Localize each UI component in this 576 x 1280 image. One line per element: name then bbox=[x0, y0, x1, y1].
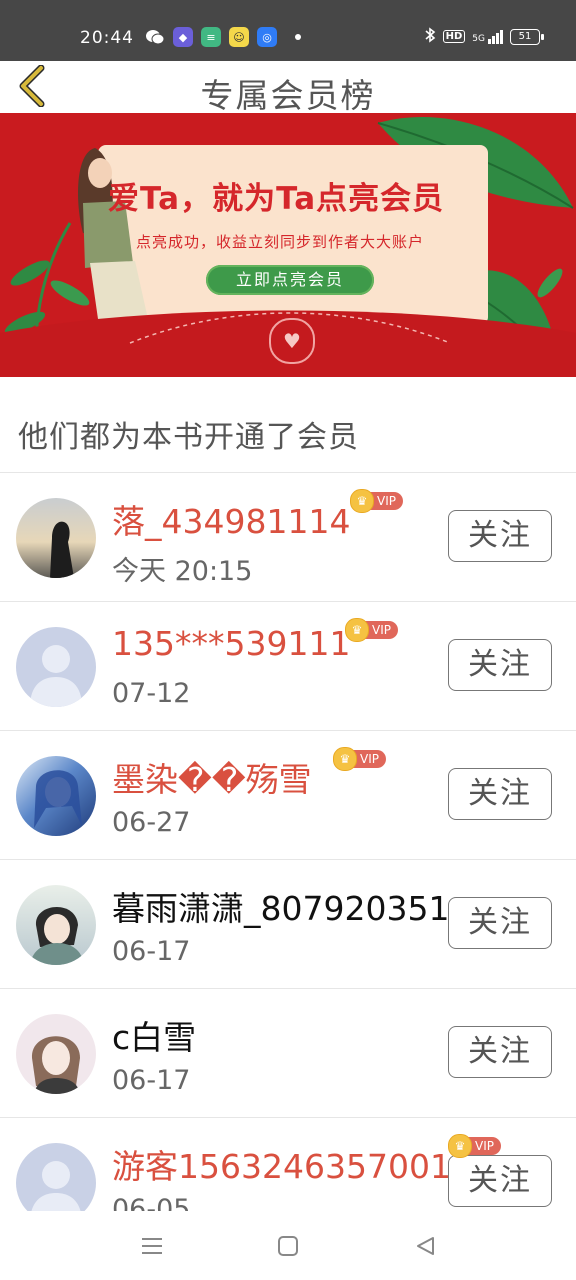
member-date: 06-17 bbox=[112, 1065, 191, 1096]
avatar[interactable] bbox=[16, 627, 96, 707]
follow-button[interactable]: 关注 bbox=[448, 639, 552, 691]
vip-badge: ♛ VIP bbox=[448, 1134, 501, 1158]
app-icon-purple: ◆ bbox=[173, 27, 193, 47]
home-icon[interactable] bbox=[273, 1231, 303, 1261]
avatar-anime-boy bbox=[30, 906, 84, 965]
vip-badge: ♛ VIP bbox=[333, 747, 386, 771]
member-row[interactable]: 135***539111 ♛ VIP 07-12 关注 bbox=[0, 602, 576, 730]
avatar-anime-girl bbox=[31, 1036, 81, 1094]
avatar[interactable] bbox=[16, 1143, 96, 1211]
battery-icon: 51 bbox=[510, 28, 544, 45]
app-icon-blue: ◎ bbox=[257, 27, 277, 47]
status-app-icons: ◆ ≡ ☺ ◎ bbox=[145, 27, 301, 47]
member-date: 06-27 bbox=[112, 807, 191, 838]
system-nav-bar bbox=[0, 1211, 576, 1280]
member-date: 今天 20:15 bbox=[112, 556, 253, 587]
vip-badge: ♛ VIP bbox=[345, 618, 398, 642]
status-time: 20:44 bbox=[80, 28, 134, 48]
bluetooth-icon bbox=[424, 27, 436, 46]
member-date: 06-17 bbox=[112, 936, 191, 967]
network-type-label: 5G bbox=[472, 33, 485, 44]
avatar[interactable] bbox=[16, 1014, 96, 1094]
app-icon-green: ≡ bbox=[201, 27, 221, 47]
avatar-anime-blue bbox=[34, 770, 82, 828]
wechat-icon bbox=[145, 27, 165, 47]
member-row[interactable]: c白雪 06-17 关注 bbox=[0, 989, 576, 1117]
page-header: 专属会员榜 bbox=[0, 61, 576, 115]
status-indicators: HD 5G 51 bbox=[424, 27, 544, 46]
status-bar: 20:44 ◆ ≡ ☺ ◎ HD 5G 51 bbox=[0, 0, 576, 61]
light-up-membership-button[interactable]: 立即点亮会员 bbox=[206, 265, 374, 295]
vip-badge: ♛ VIP bbox=[350, 489, 403, 513]
avatar-default bbox=[31, 1161, 81, 1211]
member-row[interactable]: 落_434981114 ♛ VIP 今天 20:15 关注 bbox=[0, 473, 576, 601]
crown-icon: ♛ bbox=[333, 747, 357, 771]
member-row[interactable]: 墨染��殇雪 ♛ VIP 06-27 关注 bbox=[0, 731, 576, 859]
follow-button[interactable]: 关注 bbox=[448, 897, 552, 949]
member-name: c白雪 bbox=[112, 1018, 197, 1057]
crown-icon: ♛ bbox=[448, 1134, 472, 1158]
member-name: 落_434981114 bbox=[112, 502, 351, 541]
crown-icon: ♛ bbox=[350, 489, 374, 513]
crown-icon: ♛ bbox=[345, 618, 369, 642]
members-section-title: 他们都为本书开通了会员 bbox=[18, 420, 359, 455]
menu-icon[interactable] bbox=[137, 1231, 167, 1261]
app-icon-yellow: ☺ bbox=[229, 27, 249, 47]
follow-button[interactable]: 关注 bbox=[448, 768, 552, 820]
avatar[interactable] bbox=[16, 498, 96, 578]
member-date: 07-12 bbox=[112, 678, 191, 709]
avatar-default bbox=[30, 645, 82, 707]
member-row[interactable]: 游客1563246357001 ♛ VIP 06-05 关注 bbox=[0, 1118, 576, 1211]
hd-indicator: HD bbox=[442, 30, 466, 43]
member-name: 游客1563246357001 bbox=[112, 1147, 451, 1186]
avatar[interactable] bbox=[16, 756, 96, 836]
member-date: 06-05 bbox=[112, 1194, 191, 1211]
avatar[interactable] bbox=[16, 885, 96, 965]
page-title: 专属会员榜 bbox=[200, 76, 376, 115]
member-row[interactable]: 暮雨潇潇_807920351 06-17 关注 bbox=[0, 860, 576, 988]
banner-headline: 爱Ta，就为Ta点亮会员 bbox=[108, 181, 445, 217]
promo-banner[interactable]: 爱Ta，就为Ta点亮会员 点亮成功，收益立刻同步到作者大大账户 立即点亮会员 ♥ bbox=[0, 113, 576, 377]
member-name: 墨染��殇雪 bbox=[112, 760, 312, 799]
member-name: 135***539111 bbox=[112, 624, 351, 663]
member-name: 暮雨潇潇_807920351 bbox=[112, 889, 450, 928]
back-triangle-icon[interactable] bbox=[410, 1231, 440, 1261]
follow-button[interactable]: 关注 bbox=[448, 510, 552, 562]
heart-icon: ♥ bbox=[269, 318, 315, 364]
signal-icon: 5G bbox=[472, 29, 503, 44]
follow-button[interactable]: 关注 bbox=[448, 1155, 552, 1207]
notification-dot bbox=[295, 34, 301, 40]
follow-button[interactable]: 关注 bbox=[448, 1026, 552, 1078]
banner-subline: 点亮成功，收益立刻同步到作者大大账户 bbox=[136, 233, 425, 251]
avatar-silhouette-girl bbox=[50, 521, 74, 578]
